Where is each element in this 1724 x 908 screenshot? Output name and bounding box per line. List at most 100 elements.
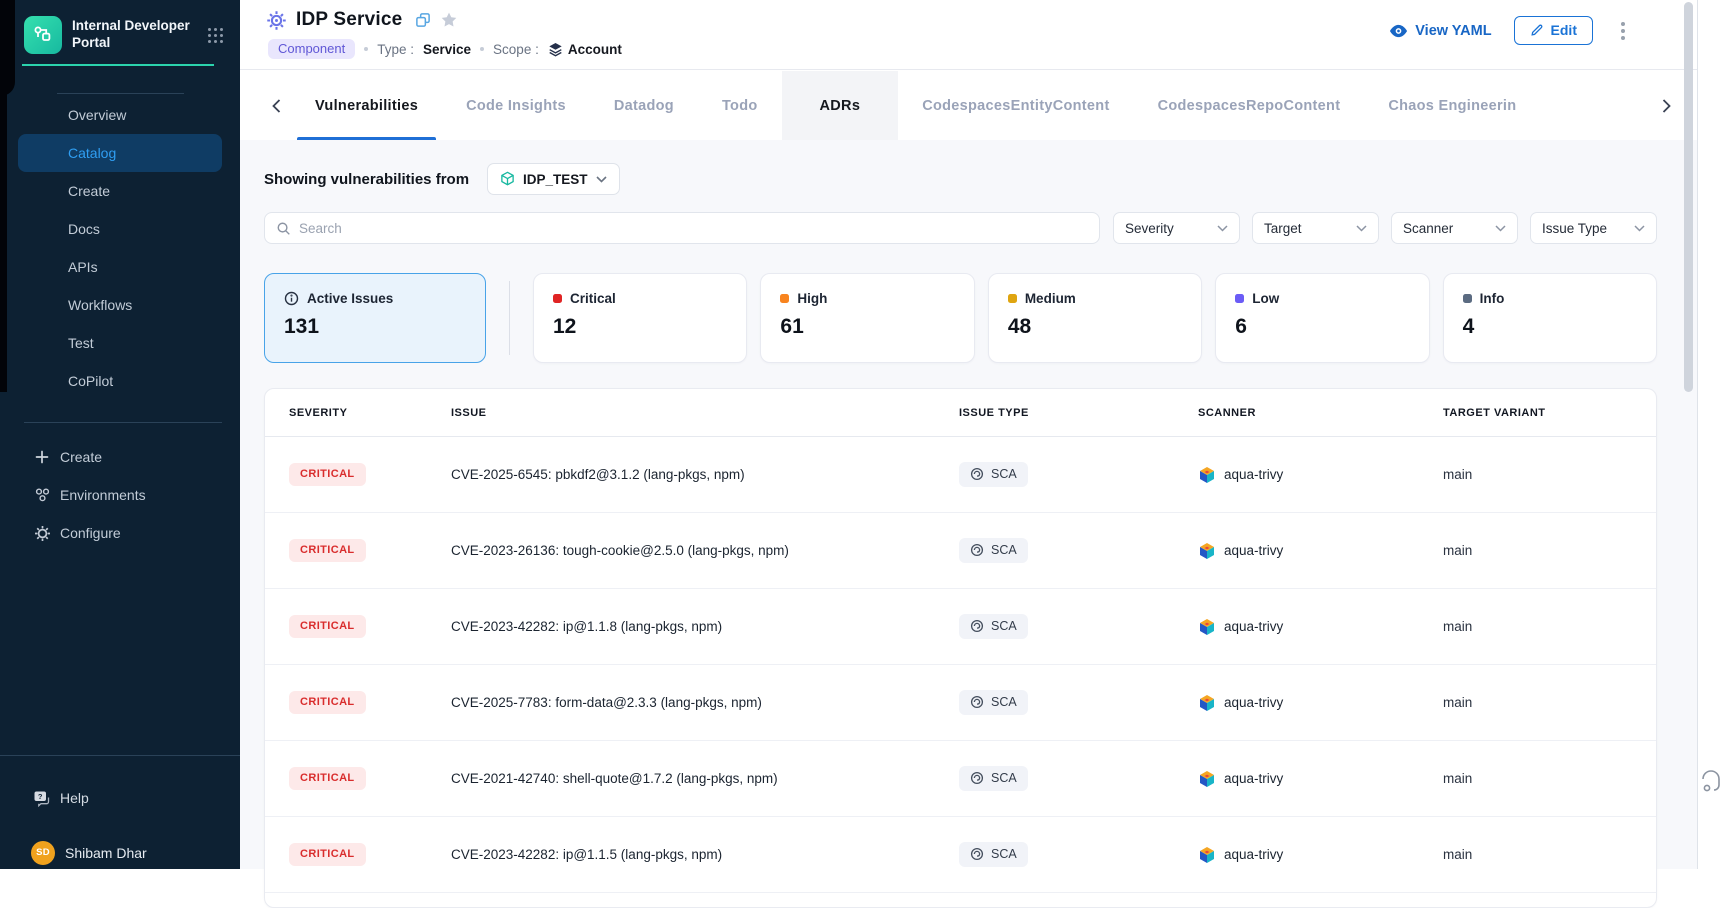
col-issue-type: ISSUE TYPE <box>959 407 1198 419</box>
stat-card-low[interactable]: Low 6 <box>1215 273 1429 363</box>
copy-icon[interactable] <box>415 12 431 28</box>
chevron-down-icon <box>1495 225 1506 232</box>
severity-badge: CRITICAL <box>289 767 366 790</box>
table-row[interactable]: CRITICAL CVE-2023-26136: tough-cookie@2.… <box>265 513 1656 589</box>
table-row[interactable]: CRITICAL CVE-2025-7783: form-data@2.3.3 … <box>265 665 1656 741</box>
stat-card-critical[interactable]: Critical 12 <box>533 273 747 363</box>
sidebar-environments-button[interactable]: Environments <box>0 476 240 514</box>
filter-scanner[interactable]: Scanner <box>1391 212 1518 244</box>
target-variant-cell: main <box>1443 467 1632 482</box>
portal-logo[interactable] <box>24 16 62 54</box>
trivy-icon <box>1198 770 1216 788</box>
dot-separator <box>480 47 484 51</box>
support-widget-icon[interactable] <box>1700 770 1722 794</box>
trivy-icon <box>1198 466 1216 484</box>
project-select[interactable]: IDP_TEST <box>487 163 620 195</box>
filter-severity[interactable]: Severity <box>1113 212 1240 244</box>
stat-value: 6 <box>1235 315 1409 339</box>
sidebar-item-workflows[interactable]: Workflows <box>18 286 222 324</box>
entity-kind-badge: Component <box>268 39 355 59</box>
vertical-scrollbar[interactable] <box>1684 2 1693 392</box>
entity-tabbar: Vulnerabilities Code Insights Datadog To… <box>240 71 1697 140</box>
info-dot <box>1463 294 1472 303</box>
account-scope-icon <box>548 42 563 57</box>
favorite-star-icon[interactable] <box>440 11 458 29</box>
scanner-cell: aqua-trivy <box>1198 466 1443 484</box>
table-row[interactable]: CRITICAL CVE-2023-42282: ip@1.1.5 (lang-… <box>265 817 1656 893</box>
table-row[interactable]: CRITICAL CVE-2025-6545: pbkdf2@3.1.2 (la… <box>265 437 1656 513</box>
critical-dot <box>553 294 562 303</box>
dot-separator <box>364 47 368 51</box>
target-variant-cell: main <box>1443 847 1632 862</box>
tabs-scroll-left-icon[interactable] <box>262 93 291 119</box>
tab-todo[interactable]: Todo <box>698 71 782 140</box>
tab-adrs[interactable]: ADRs <box>782 71 899 140</box>
help-chat-icon: ? <box>33 790 51 807</box>
chevron-down-icon <box>1217 225 1228 232</box>
issue-type-badge: SCA <box>959 614 1028 639</box>
sidebar-item-create[interactable]: Create <box>18 172 222 210</box>
edit-button[interactable]: Edit <box>1514 16 1593 45</box>
tab-chaos-engineering[interactable]: Chaos Engineerin <box>1364 71 1540 140</box>
table-row[interactable]: CRITICAL CVE-2021-42740: shell-quote@1.7… <box>265 741 1656 817</box>
tab-codespaces-repo-content[interactable]: CodespacesRepoContent <box>1134 71 1365 140</box>
tab-datadog[interactable]: Datadog <box>590 71 698 140</box>
tab-codespaces-entity-content[interactable]: CodespacesEntityContent <box>898 71 1133 140</box>
stat-card-medium[interactable]: Medium 48 <box>988 273 1202 363</box>
sidebar-item-overview[interactable]: Overview <box>18 96 222 134</box>
search-container <box>264 212 1100 244</box>
page-title: IDP Service <box>296 9 402 31</box>
stat-label: Low <box>1252 291 1279 306</box>
more-options-icon[interactable] <box>1615 18 1631 44</box>
sidebar-divider-top <box>57 93 184 94</box>
help-button[interactable]: ? Help <box>0 779 240 817</box>
issue-text: CVE-2023-42282: ip@1.1.5 (lang-pkgs, npm… <box>451 847 959 862</box>
search-icon <box>276 221 291 236</box>
sidebar-item-copilot[interactable]: CoPilot <box>18 362 222 400</box>
cube-icon <box>500 171 515 187</box>
stat-card-info[interactable]: Info 4 <box>1443 273 1657 363</box>
scanner-cell: aqua-trivy <box>1198 770 1443 788</box>
severity-badge: CRITICAL <box>289 691 366 714</box>
gear-icon <box>33 525 51 542</box>
sidebar-create-button[interactable]: Create <box>0 438 240 476</box>
eye-icon <box>1389 24 1408 38</box>
target-variant-cell: main <box>1443 543 1632 558</box>
stat-value: 61 <box>780 315 954 339</box>
target-variant-cell: main <box>1443 771 1632 786</box>
issue-text: CVE-2025-6545: pbkdf2@3.1.2 (lang-pkgs, … <box>451 467 959 482</box>
issue-text: CVE-2025-7783: form-data@2.3.3 (lang-pkg… <box>451 695 959 710</box>
table-row[interactable]: CRITICAL CVE-2023-42282: ip@1.1.8 (lang-… <box>265 589 1656 665</box>
sidebar-nav: Overview Catalog Create Docs APIs Workfl… <box>0 96 240 400</box>
app-switcher-icon[interactable] <box>205 25 226 46</box>
sidebar: Internal Developer Portal Overview Catal… <box>0 0 240 869</box>
tabs-scroll-right-icon[interactable] <box>1652 93 1681 119</box>
sidebar-item-apis[interactable]: APIs <box>18 248 222 286</box>
sca-icon <box>970 543 984 557</box>
scanner-cell: aqua-trivy <box>1198 694 1443 712</box>
target-variant-cell: main <box>1443 619 1632 634</box>
stat-card-active-issues[interactable]: Active Issues 131 <box>264 273 486 363</box>
col-scanner: SCANNER <box>1198 407 1443 419</box>
sidebar-item-docs[interactable]: Docs <box>18 210 222 248</box>
sidebar-item-test[interactable]: Test <box>18 324 222 362</box>
severity-badge: CRITICAL <box>289 463 366 486</box>
stat-label: Info <box>1480 291 1505 306</box>
stat-card-high[interactable]: High 61 <box>760 273 974 363</box>
issue-text: CVE-2023-26136: tough-cookie@2.5.0 (lang… <box>451 543 959 558</box>
stat-label: Critical <box>570 291 616 306</box>
workflow-logo-icon <box>32 24 54 46</box>
medium-dot <box>1008 294 1017 303</box>
tab-code-insights[interactable]: Code Insights <box>442 71 590 140</box>
filter-issue-type[interactable]: Issue Type <box>1530 212 1657 244</box>
search-input[interactable] <box>299 221 1088 236</box>
filter-target[interactable]: Target <box>1252 212 1379 244</box>
sca-icon <box>970 771 984 785</box>
sidebar-item-catalog[interactable]: Catalog <box>18 134 222 172</box>
trivy-icon <box>1198 694 1216 712</box>
tab-vulnerabilities[interactable]: Vulnerabilities <box>291 71 442 140</box>
view-yaml-button[interactable]: View YAML <box>1389 23 1491 39</box>
pencil-icon <box>1530 23 1544 37</box>
user-menu[interactable]: SD Shibam Dhar <box>0 836 240 869</box>
sidebar-configure-button[interactable]: Configure <box>0 514 240 552</box>
